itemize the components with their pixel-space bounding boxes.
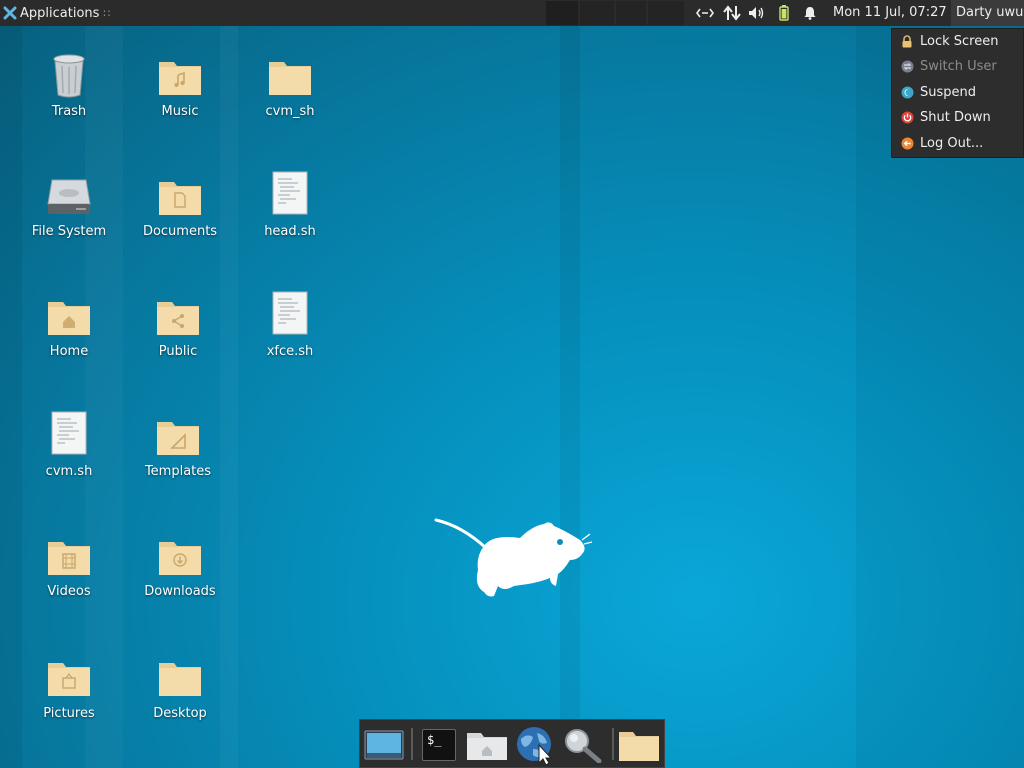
desktop-icon-trash[interactable]: Trash bbox=[19, 53, 119, 123]
desktop-icon-templates[interactable]: Templates bbox=[128, 417, 228, 487]
desktop-icon-head-sh[interactable]: head.sh bbox=[240, 171, 340, 241]
trash-icon bbox=[53, 54, 85, 98]
desktop-icon-label: Downloads bbox=[144, 584, 216, 599]
script-file-icon bbox=[272, 291, 308, 335]
web-browser-icon bbox=[517, 727, 553, 765]
desktop-icon-label: File System bbox=[31, 224, 107, 239]
lock-screen-menu-item[interactable]: Lock Screen bbox=[892, 29, 1023, 54]
suspend-menu-item[interactable]: Suspend bbox=[892, 80, 1023, 105]
folder-icon bbox=[159, 663, 201, 696]
show-desktop-button[interactable] bbox=[363, 726, 405, 764]
user-menu-button[interactable]: Darty uwu bbox=[951, 0, 1024, 26]
suspend-icon bbox=[900, 86, 914, 100]
workspace-4[interactable] bbox=[648, 1, 684, 25]
top-panel: Applications ∷ Mon 11 Jul, 07:27 Darty u… bbox=[0, 0, 1024, 26]
desktop-icon-music[interactable]: Music bbox=[130, 57, 230, 127]
terminal-launcher[interactable]: $_ bbox=[418, 726, 460, 764]
shut-down-label: Shut Down bbox=[920, 110, 991, 125]
terminal-prompt-glyph: $_ bbox=[427, 733, 442, 747]
desktop-icon-label: Public bbox=[158, 344, 198, 359]
battery-icon[interactable] bbox=[774, 0, 794, 26]
xfce-mouse-wallpaper-logo bbox=[434, 518, 593, 597]
desktop-icon-cvm-sh[interactable]: cvm.sh bbox=[19, 411, 119, 481]
script-file-icon bbox=[51, 411, 87, 455]
music-folder-icon bbox=[159, 62, 201, 95]
bottom-dock: $_ bbox=[359, 719, 665, 768]
volume-icon[interactable] bbox=[746, 0, 768, 26]
desktop-icon-label: cvm.sh bbox=[45, 464, 93, 479]
desktop-icon-label: Videos bbox=[47, 584, 91, 599]
workspace-3[interactable] bbox=[616, 1, 646, 25]
search-icon bbox=[565, 729, 602, 763]
templates-folder-icon bbox=[157, 422, 199, 455]
lock-screen-label: Lock Screen bbox=[920, 34, 999, 49]
desktop-icon-pictures[interactable]: Pictures bbox=[19, 658, 119, 728]
logout-icon bbox=[900, 137, 914, 151]
switch-user-label: Switch User bbox=[920, 59, 997, 74]
panel-clock[interactable]: Mon 11 Jul, 07:27 bbox=[833, 0, 947, 26]
workspace-1[interactable] bbox=[546, 1, 578, 25]
web-browser-launcher[interactable] bbox=[514, 726, 556, 765]
folder-icon bbox=[269, 62, 311, 95]
switch-user-menu-item[interactable]: Switch User bbox=[892, 54, 1023, 79]
bell-icon[interactable] bbox=[800, 0, 820, 26]
dock-separator bbox=[612, 728, 614, 760]
hard-drive-icon bbox=[47, 179, 91, 214]
switch-user-icon bbox=[900, 60, 914, 74]
desktop-icon-label: Music bbox=[161, 104, 199, 119]
folder-launcher[interactable] bbox=[618, 726, 660, 764]
desktop-icon-cvm-sh-folder[interactable]: cvm_sh bbox=[240, 57, 340, 127]
pictures-folder-icon bbox=[48, 663, 90, 696]
script-file-icon bbox=[272, 171, 308, 215]
home-folder-icon bbox=[48, 302, 90, 335]
home-folder-launcher[interactable] bbox=[466, 726, 508, 764]
video-folder-icon bbox=[48, 542, 90, 575]
xfce-logo-icon bbox=[3, 6, 17, 20]
desktop-icon-label: Desktop bbox=[153, 706, 207, 721]
shut-down-menu-item[interactable]: Shut Down bbox=[892, 105, 1023, 130]
desktop-icon-public[interactable]: Public bbox=[128, 297, 228, 367]
desktop-icon-home[interactable]: Home bbox=[19, 297, 119, 367]
lock-icon bbox=[900, 35, 914, 49]
desktop-icon-xfce-sh[interactable]: xfce.sh bbox=[240, 291, 340, 361]
show-desktop-icon bbox=[364, 730, 404, 760]
desktop-icon-videos[interactable]: Videos bbox=[19, 537, 119, 607]
workspace-2[interactable] bbox=[580, 1, 614, 25]
session-action-menu: Lock Screen Switch User Suspend Shut Dow… bbox=[891, 28, 1024, 158]
search-launcher[interactable] bbox=[562, 726, 604, 764]
documents-folder-icon bbox=[159, 182, 201, 215]
desktop-icon-label: xfce.sh bbox=[266, 344, 314, 359]
desktop-icon-label: cvm_sh bbox=[265, 104, 315, 119]
log-out-menu-item[interactable]: Log Out... bbox=[892, 131, 1023, 156]
terminal-icon: $_ bbox=[422, 729, 456, 761]
desktop-icon-documents[interactable]: Documents bbox=[130, 177, 230, 247]
desktop-icon-label: head.sh bbox=[264, 224, 316, 239]
desktop-icon-downloads[interactable]: Downloads bbox=[130, 537, 230, 607]
share-folder-icon bbox=[157, 302, 199, 335]
desktop-icon-label: Home bbox=[49, 344, 89, 359]
suspend-label: Suspend bbox=[920, 85, 977, 100]
desktop-icon-label: Documents bbox=[142, 224, 218, 239]
applications-menu-button[interactable]: Applications ∷ bbox=[0, 0, 116, 26]
desktop-icon-desktop[interactable]: Desktop bbox=[130, 658, 230, 728]
dock-separator bbox=[411, 728, 413, 760]
folder-icon bbox=[619, 732, 659, 761]
power-icon bbox=[900, 111, 914, 125]
applications-more-icon: ∷ bbox=[103, 6, 111, 20]
desktop-icon-file-system[interactable]: File System bbox=[19, 178, 119, 248]
desktop-icon-label: Templates bbox=[144, 464, 212, 479]
log-out-label: Log Out... bbox=[920, 136, 984, 151]
home-folder-icon bbox=[467, 733, 507, 760]
desktop-icon-label: Pictures bbox=[43, 706, 95, 721]
desktop-icon-label: Trash bbox=[51, 104, 87, 119]
transfer-icon[interactable] bbox=[720, 0, 744, 26]
network-arrows-icon[interactable] bbox=[694, 0, 716, 26]
applications-label: Applications bbox=[20, 5, 100, 21]
download-folder-icon bbox=[159, 542, 201, 575]
